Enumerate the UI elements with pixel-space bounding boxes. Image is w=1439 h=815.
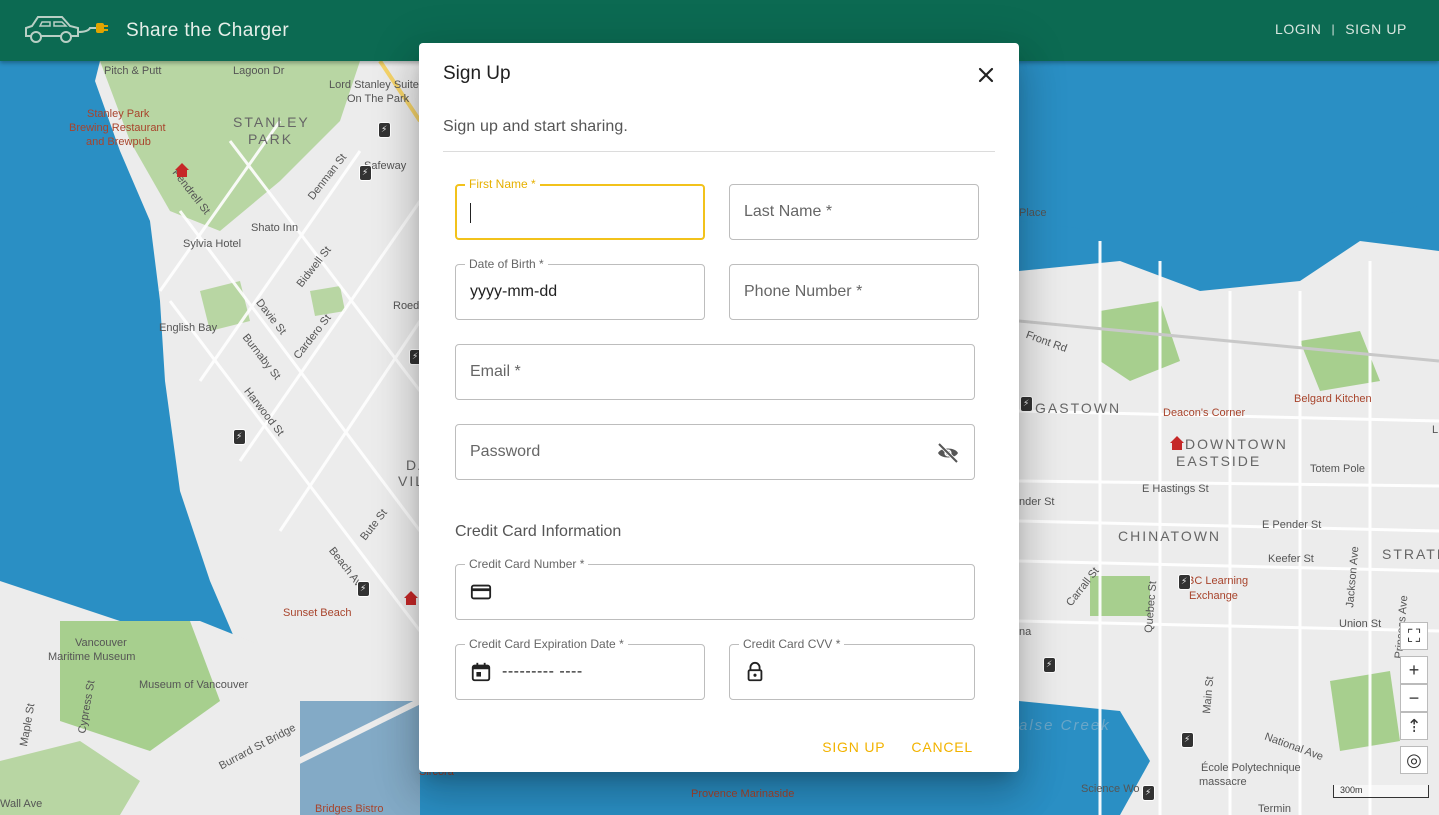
lock-icon [747,661,763,682]
signup-dialog: Sign Up Sign up and start sharing. First… [419,43,1019,772]
first-name-label: First Name * [465,177,540,191]
dialog-title: Sign Up [443,63,511,84]
credit-card-expiration-value: --------- ---- [502,663,583,680]
divider [443,151,995,152]
email-label: Email * [470,363,521,380]
last-name-field[interactable]: Last Name * [729,184,979,240]
credit-card-cvv-label: Credit Card CVV * [739,637,845,651]
credit-card-number-field[interactable]: Credit Card Number * [455,557,975,620]
visibility-off-icon[interactable] [936,441,960,465]
credit-card-icon [470,584,492,600]
calendar-icon [471,662,491,682]
date-of-birth-field[interactable]: Date of Birth * yyyy-mm-dd [455,257,705,320]
password-label: Password [470,443,541,460]
dialog-actions: SIGN UP CANCEL [822,739,973,755]
email-field[interactable]: Email * [455,344,975,400]
last-name-label: Last Name * [744,203,833,220]
phone-number-field[interactable]: Phone Number * [729,264,979,320]
credit-card-expiration-label: Credit Card Expiration Date * [465,637,628,651]
credit-card-section-title: Credit Card Information [455,523,622,540]
date-of-birth-label: Date of Birth * [465,257,548,271]
signup-submit-button[interactable]: SIGN UP [822,739,885,755]
password-field[interactable]: Password [455,424,975,480]
credit-card-cvv-field[interactable]: Credit Card CVV * [729,637,975,700]
dialog-subtitle: Sign up and start sharing. [443,118,628,135]
first-name-field[interactable]: First Name * [455,177,705,240]
text-cursor [470,203,471,223]
phone-number-label: Phone Number * [744,283,863,300]
credit-card-number-label: Credit Card Number * [465,557,589,571]
credit-card-expiration-field[interactable]: Credit Card Expiration Date * --------- … [455,637,705,700]
close-icon[interactable] [974,63,998,87]
date-of-birth-value: yyyy-mm-dd [470,283,558,300]
cancel-button[interactable]: CANCEL [911,739,973,755]
